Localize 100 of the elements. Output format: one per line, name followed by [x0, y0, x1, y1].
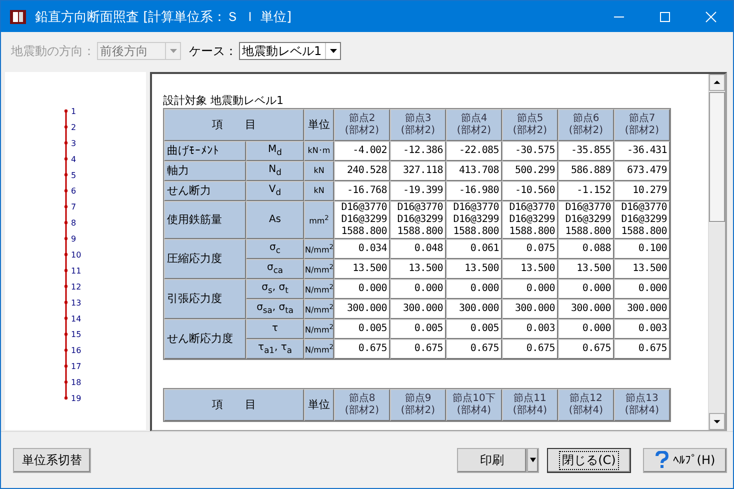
node-label: 14	[71, 314, 82, 324]
value-cell: 13.500	[334, 259, 390, 279]
value-cell: 300.000	[614, 299, 670, 319]
unit-cell: N/mm$^{2}$	[304, 279, 334, 299]
node-label: 10	[71, 250, 82, 260]
node-label: 4	[71, 154, 76, 164]
vertical-scrollbar[interactable]	[708, 74, 725, 430]
value-cell: 0.675	[614, 339, 670, 359]
value-cell: D16@3770 D16@3299 1588.800	[558, 201, 614, 239]
app-icon	[9, 8, 27, 26]
unit-cell: kN	[304, 161, 334, 181]
value-cell: 13.500	[446, 259, 502, 279]
node-label: 2	[71, 122, 76, 132]
caret-icon	[170, 49, 176, 53]
node-label: 15	[71, 330, 82, 340]
value-cell: 0.088	[558, 239, 614, 259]
item-cell: 圧縮応力度	[164, 239, 246, 279]
scroll-up-icon[interactable]	[709, 74, 725, 91]
node-label: 19	[71, 394, 82, 403]
value-cell: 0.675	[502, 339, 558, 359]
value-cell: 0.003	[614, 319, 670, 339]
value-cell: -12.386	[390, 141, 446, 161]
value-cell: 0.675	[558, 339, 614, 359]
value-cell: 0.000	[558, 279, 614, 299]
caret-icon	[530, 457, 536, 463]
value-cell: D16@3770 D16@3299 1588.800	[502, 201, 558, 239]
value-cell: 10.279	[614, 181, 670, 201]
symbol-cell: As	[246, 201, 304, 239]
value-cell: 0.075	[502, 239, 558, 259]
node-label: 17	[71, 362, 82, 372]
node-label: 11	[71, 266, 82, 276]
case-label: ケース：	[189, 42, 237, 60]
column-header: 節点10下 (部材4)	[446, 389, 502, 421]
column-header: 節点6 (部材2)	[558, 109, 614, 141]
unit-cell: N/mm$^{2}$	[304, 259, 334, 279]
column-header: 節点3 (部材2)	[390, 109, 446, 141]
value-cell: 0.675	[446, 339, 502, 359]
item-header: 項 目	[164, 109, 304, 141]
value-cell: 0.003	[502, 319, 558, 339]
symbol-cell: σ$_{sa}$, σ$_{ta}$	[246, 299, 304, 319]
unit-cell: N/mm$^{2}$	[304, 239, 334, 259]
window-title: 鉛直方向断面照査 [計算単位系：Ｓ Ｉ 単位]	[35, 8, 292, 26]
maximize-icon[interactable]	[659, 10, 671, 22]
column-header: 節点9 (部材2)	[390, 389, 446, 421]
column-header: 節点2 (部材2)	[334, 109, 390, 141]
help-icon	[654, 451, 669, 469]
value-cell: 586.889	[558, 161, 614, 181]
value-cell: 0.005	[446, 319, 502, 339]
item-cell: せん断力	[164, 181, 246, 201]
scrollbar-thumb[interactable]	[709, 92, 725, 222]
node-label: 5	[71, 170, 76, 180]
unit-cell: kN･m	[304, 141, 334, 161]
value-cell: 300.000	[558, 299, 614, 319]
value-cell: 0.000	[334, 279, 390, 299]
column-header: 節点4 (部材2)	[446, 109, 502, 141]
close-button[interactable]: 閉じる(C)	[547, 448, 631, 472]
close-icon[interactable]	[705, 10, 717, 22]
value-cell: D16@3770 D16@3299 1588.800	[446, 201, 502, 239]
report-title: 設計対象 地震動レベル1	[163, 94, 284, 107]
item-cell: 曲げﾓｰﾒﾝﾄ	[164, 141, 246, 161]
node-label: 12	[71, 282, 82, 292]
case-dropdown[interactable]: 地震動レベル1	[239, 42, 341, 60]
unit-header: 単位	[304, 389, 334, 421]
unit-switch-button[interactable]: 単位系切替	[13, 448, 91, 472]
node-label: 6	[71, 186, 76, 196]
symbol-cell: τ$_{a1}$, τ$_{a}$	[246, 339, 304, 359]
value-cell: 327.118	[390, 161, 446, 181]
node-label: 9	[71, 234, 76, 244]
scroll-down-icon[interactable]	[709, 413, 725, 430]
column-header: 節点8 (部材2)	[334, 389, 390, 421]
value-cell: 413.708	[446, 161, 502, 181]
value-cell: 13.500	[502, 259, 558, 279]
value-cell: 240.528	[334, 161, 390, 181]
value-cell: 300.000	[502, 299, 558, 319]
value-cell: 0.048	[390, 239, 446, 259]
node-label: 3	[71, 138, 76, 148]
symbol-cell: σ$_{ca}$	[246, 259, 304, 279]
column-header: 節点12 (部材4)	[558, 389, 614, 421]
value-cell: 13.500	[558, 259, 614, 279]
value-cell: 673.479	[614, 161, 670, 181]
unit-cell: N/mm$^{2}$	[304, 339, 334, 359]
value-cell: 0.005	[390, 319, 446, 339]
value-cell: 500.299	[502, 161, 558, 181]
print-button[interactable]: 印刷	[457, 448, 527, 472]
symbol-cell: σ$_{c}$	[246, 239, 304, 259]
value-cell: 0.000	[390, 279, 446, 299]
print-menu-button[interactable]	[527, 448, 539, 472]
value-cell: -35.855	[558, 141, 614, 161]
symbol-cell: τ	[246, 319, 304, 339]
caret-icon	[330, 49, 336, 53]
help-button[interactable]: ﾍﾙﾌﾟ(H)	[643, 448, 727, 472]
column-header: 節点7 (部材2)	[614, 109, 670, 141]
node-label: 16	[71, 346, 82, 356]
value-cell: 0.061	[446, 239, 502, 259]
value-cell: D16@3770 D16@3299 1588.800	[390, 201, 446, 239]
value-cell: 300.000	[446, 299, 502, 319]
value-cell: 0.675	[334, 339, 390, 359]
item-cell: 使用鉄筋量	[164, 201, 246, 239]
value-cell: -30.575	[502, 141, 558, 161]
symbol-cell: σ$_{s}$, σ$_{t}$	[246, 279, 304, 299]
